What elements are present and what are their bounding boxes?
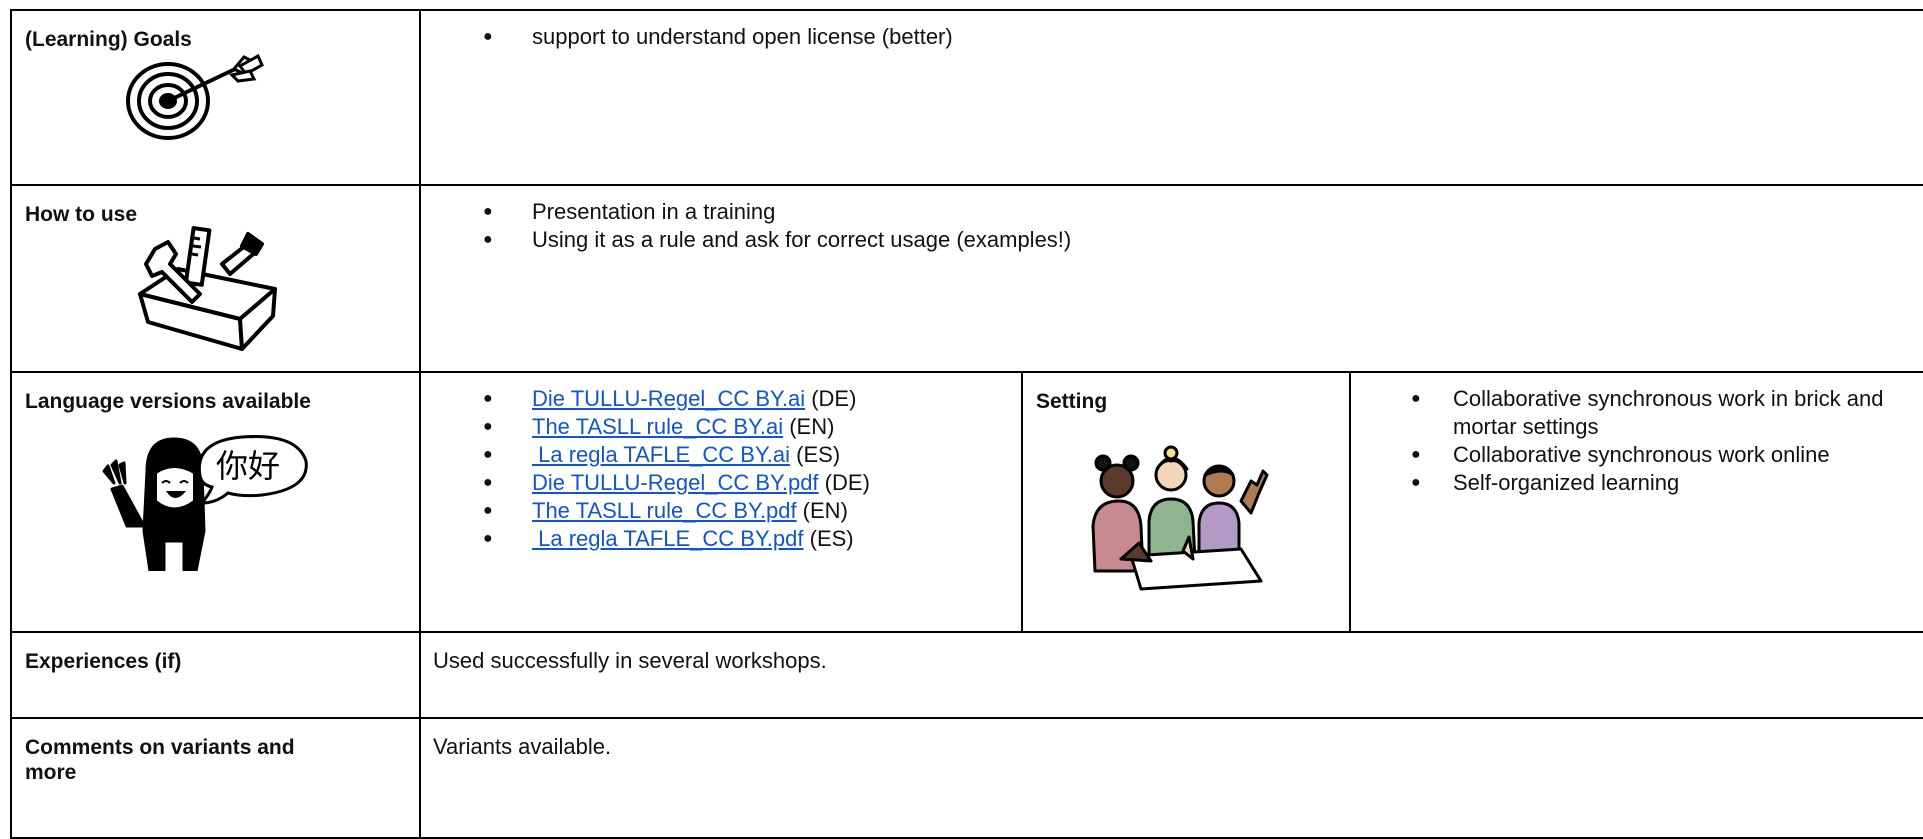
list-item: ● Self-organized learning [1411,470,1680,495]
setting-label: Setting [1036,390,1108,413]
goals-row: (Learning) Goals ● support to understand… [10,9,1923,186]
how-to-use-label: How to use [25,203,138,226]
how-to-use-label-cell: How to use [10,184,421,373]
content-table: (Learning) Goals ● support to understand… [10,9,1923,839]
link-en-pdf[interactable]: The TASLL rule_CC BY.pdf [532,498,797,523]
languages-content-cell: ● Die TULLU-Regel_CC BY.ai (DE) ● The TASL… [419,371,1023,633]
target-arrow-icon [126,53,264,140]
how-to-use-row: How to use ● Presentation in a training … [10,184,1923,373]
list-item: ● La regla TAFLE_CC BY.pdf (ES) [483,526,854,551]
list-item: ● Collaborative synchronous work online [1411,442,1830,467]
comments-content-cell: Variants available. [419,717,1923,839]
link-es-ai[interactable]: La regla TAFLE_CC BY.ai [532,442,790,467]
comments-label-cell: Comments on variants and more [10,717,421,839]
list-item: ● Die TULLU-Regel_CC BY.ai (DE) [483,386,857,411]
link-en-ai[interactable]: The TASLL rule_CC BY.ai [532,414,783,439]
list-item: ● support to understand open license (bet… [483,24,953,49]
goals-list: ● support to understand open license (bet… [421,11,1923,51]
goals-content-cell: ● support to understand open license (bet… [419,9,1923,186]
list-item: ● Collaborative synchronous work in brick… [1411,386,1884,439]
goals-label-cell: (Learning) Goals [10,9,421,186]
experiences-label-cell: Experiences (if) [10,631,421,719]
how-to-use-list: ● Presentation in a training ● Using it as… [421,186,1923,254]
setting-list: ● Collaborative synchronous work in brick… [1351,373,1923,497]
waving-person-nihao-icon: 你好 [102,435,308,571]
languages-label-cell: Language versions available 你好 [10,371,421,633]
comments-text: Variants available. [433,734,612,759]
how-to-use-content-cell: ● Presentation in a training ● Using it as… [419,184,1923,373]
list-item: ● Die TULLU-Regel_CC BY.pdf (DE) [483,470,870,495]
group-collaboration-icon [1091,445,1269,591]
setting-content-cell: ● Collaborative synchronous work in brick… [1349,371,1923,633]
experiences-text: Used successfully in several workshops. [433,648,827,673]
comments-label: Comments on variants and more [25,736,295,784]
list-item: ● Using it as a rule and ask for correct … [483,227,1072,252]
link-es-pdf[interactable]: La regla TAFLE_CC BY.pdf [532,526,803,551]
list-item: ● The TASLL rule_CC BY.ai (EN) [483,414,835,439]
languages-row: Language versions available 你好 ● Die TUL… [10,371,1923,633]
list-item: ● La regla TAFLE_CC BY.ai (ES) [483,442,841,467]
goals-label: (Learning) Goals [25,28,192,51]
link-de-pdf[interactable]: Die TULLU-Regel_CC BY.pdf [532,470,819,495]
experiences-label: Experiences (if) [25,650,182,673]
experiences-content-cell: Used successfully in several workshops. [419,631,1923,719]
list-item: ● The TASLL rule_CC BY.pdf (EN) [483,498,848,523]
comments-row: Comments on variants and more Variants a… [10,717,1923,839]
toolbox-icon [138,226,277,351]
setting-label-cell: Setting [1021,371,1351,633]
link-de-ai[interactable]: Die TULLU-Regel_CC BY.ai [532,386,805,411]
language-links-list: ● Die TULLU-Regel_CC BY.ai (DE) ● The TASL… [421,373,1021,553]
speech-bubble-text: 你好 [216,447,280,485]
languages-label: Language versions available [25,390,311,413]
list-item: ● Presentation in a training [483,199,776,224]
experiences-row: Experiences (if) Used successfully in se… [10,631,1923,719]
